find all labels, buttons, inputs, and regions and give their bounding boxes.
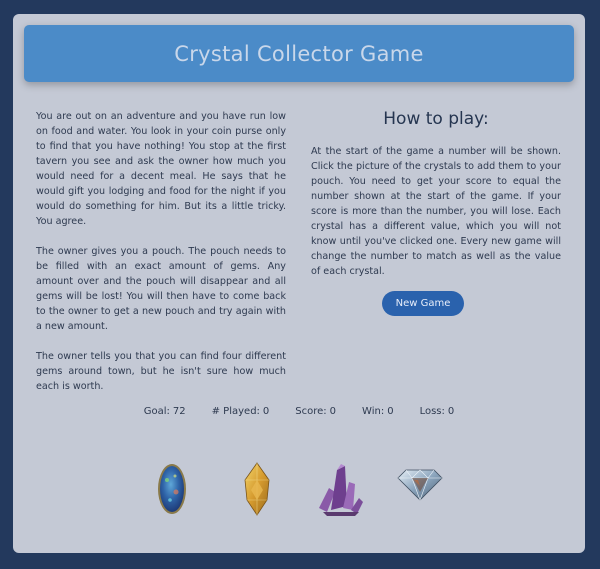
score-label: Score: [295,406,327,417]
yellow-citrine-crystal[interactable] [243,462,271,516]
story-text: You are out on an adventure and you have… [36,109,286,409]
stats-bar: Goal: 72 # Played: 0 Score: 0 Win: 0 Loss: 0 [13,406,585,417]
loss-label: Loss: [419,406,445,417]
goal-value: 72 [172,406,186,417]
new-game-button[interactable]: New Game [382,291,464,316]
game-panel: Crystal Collector Game You are out on an… [13,14,585,553]
how-to-play-text: At the start of the game a number will b… [311,146,561,277]
crystal-row [13,462,585,518]
header-banner: Crystal Collector Game [24,25,574,82]
played-value: 0 [262,406,270,417]
story-paragraph: The owner tells you that you can find fo… [36,351,286,392]
played-label: # Played: [211,406,260,417]
score-stat: Score: 0 [295,406,336,417]
blue-opal-crystal[interactable] [156,462,188,516]
story-paragraph: The owner gives you a pouch. The pouch n… [36,246,286,332]
how-to-play: How to play: At the start of the game a … [311,109,561,279]
win-value: 0 [387,406,394,417]
goal-stat: Goal: 72 [144,406,186,417]
diamond-crystal[interactable] [396,462,444,502]
story-paragraph: You are out on an adventure and you have… [36,111,286,227]
loss-value: 0 [447,406,455,417]
how-to-play-title: How to play: [383,109,489,129]
played-stat: # Played: 0 [212,406,270,417]
page-title: Crystal Collector Game [174,41,424,66]
purple-amethyst-crystal[interactable] [315,462,365,516]
loss-stat: Loss: 0 [420,406,455,417]
win-label: Win: [362,406,385,417]
score-value: 0 [329,406,337,417]
goal-label: Goal: [143,406,170,417]
win-stat: Win: 0 [362,406,394,417]
